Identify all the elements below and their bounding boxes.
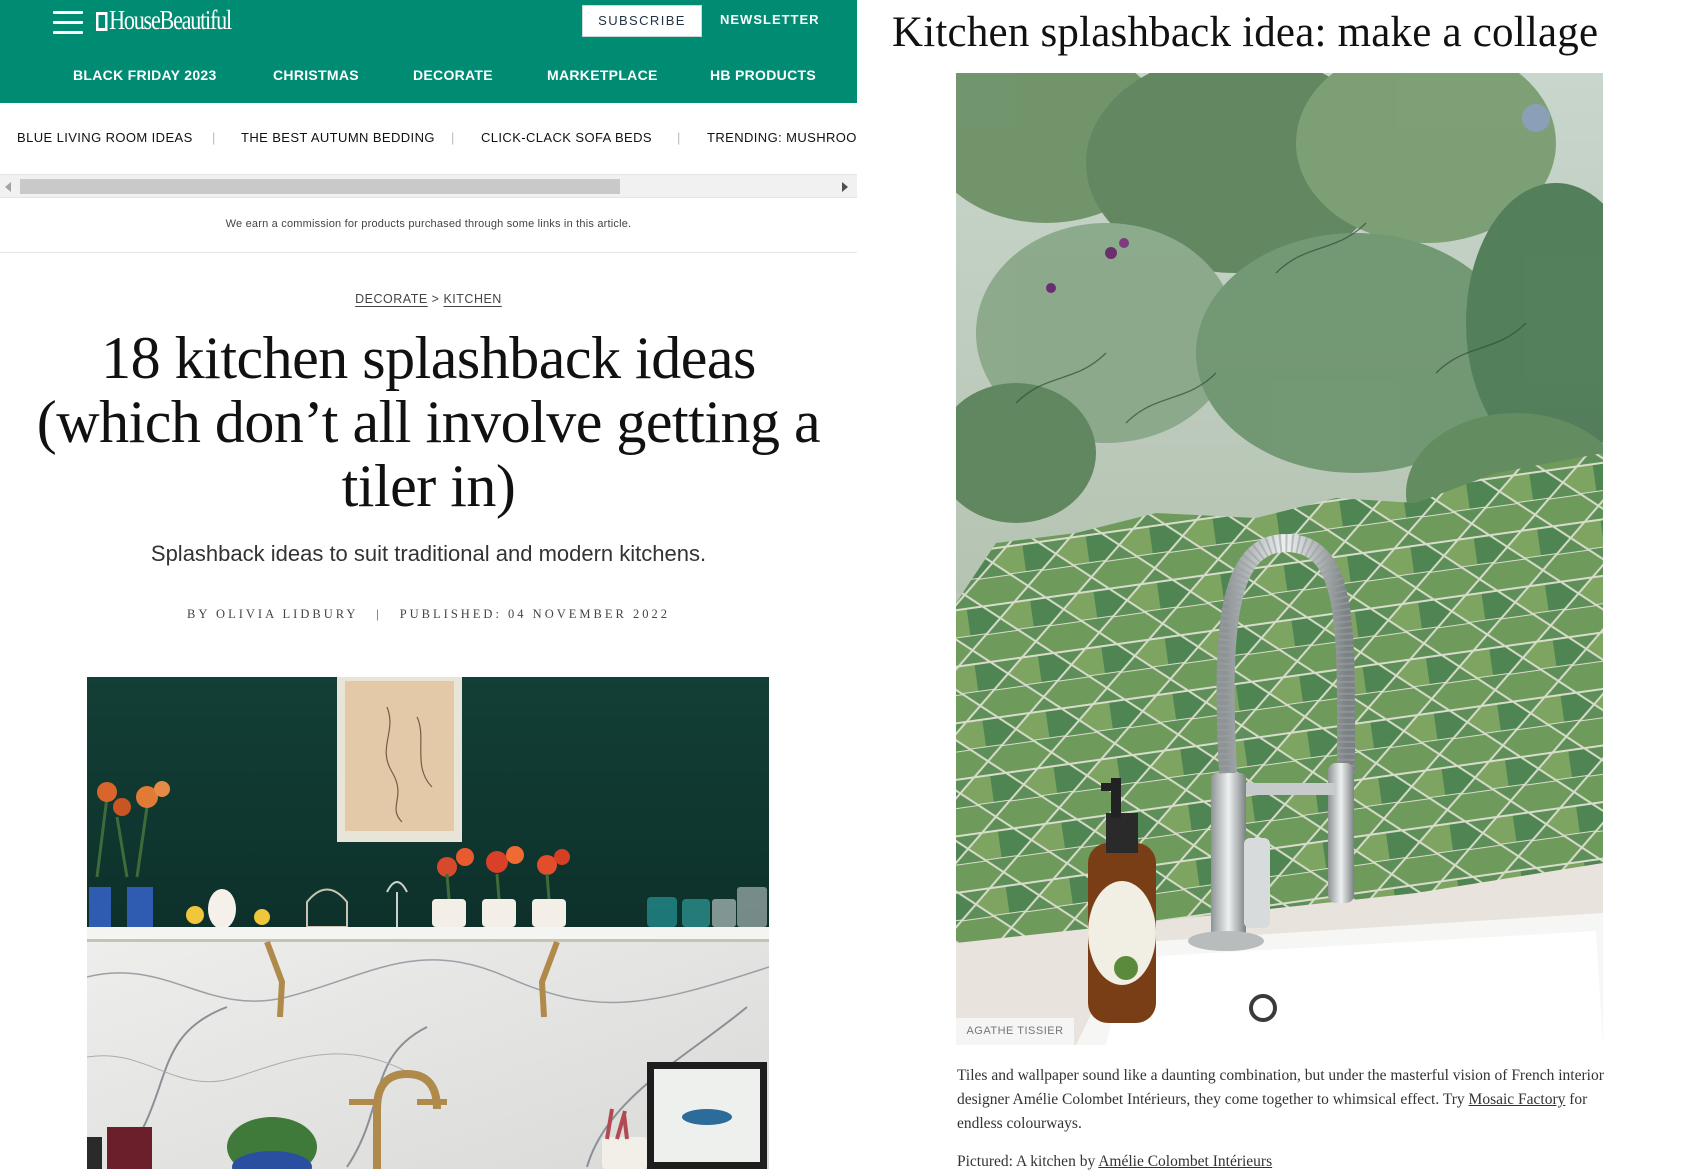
trending-item[interactable]: TRENDING: MUSHROO — [707, 130, 857, 145]
scroll-thumb[interactable] — [20, 179, 620, 194]
article-byline: BY OLIVIA LIDBURY | PUBLISHED: 04 NOVEMB… — [0, 607, 857, 622]
trending-item[interactable]: BLUE LIVING ROOM IDEAS — [17, 130, 193, 145]
article-headline: 18 kitchen splashback ideas (which don’t… — [36, 325, 821, 519]
scroll-left-icon[interactable] — [5, 182, 11, 192]
nav-item-marketplace[interactable]: MARKETPLACE — [547, 67, 658, 83]
designer-link[interactable]: Amélie Colombet Intérieurs — [1098, 1153, 1272, 1170]
hamburger-menu-icon[interactable] — [53, 11, 83, 35]
section-caption: Tiles and wallpaper sound like a dauntin… — [957, 1064, 1607, 1136]
subscribe-button[interactable]: SUBSCRIBE — [582, 5, 702, 37]
trending-bar: BLUE LIVING ROOM IDEAS | THE BEST AUTUMN… — [0, 103, 857, 171]
author: BY OLIVIA LIDBURY — [187, 607, 358, 621]
breadcrumb: DECORATE > KITCHEN — [0, 292, 857, 306]
nav-item-decorate[interactable]: DECORATE — [413, 67, 493, 83]
section-image — [956, 73, 1603, 1045]
article-dek: Splashback ideas to suit traditional and… — [150, 541, 707, 566]
nav-item-black-friday[interactable]: BLACK FRIDAY 2023 — [73, 67, 217, 83]
article-page: HouseBeautiful SUBSCRIBE NEWSLETTER BLAC… — [0, 0, 857, 1169]
breadcrumb-separator: > — [431, 292, 440, 306]
byline-separator: | — [376, 607, 382, 621]
trending-separator: | — [677, 130, 681, 145]
publish-date: PUBLISHED: 04 NOVEMBER 2022 — [399, 607, 670, 621]
scroll-right-icon[interactable] — [842, 182, 848, 192]
mosaic-factory-link[interactable]: Mosaic Factory — [1469, 1091, 1566, 1108]
hero-image — [87, 677, 769, 1169]
trending-item[interactable]: CLICK-CLACK SOFA BEDS — [481, 130, 652, 145]
newsletter-link[interactable]: NEWSLETTER — [720, 12, 820, 27]
site-logo[interactable]: HouseBeautiful — [96, 5, 232, 36]
affiliate-disclosure: We earn a commission for products purcha… — [225, 218, 632, 230]
divider — [0, 252, 857, 253]
breadcrumb-decorate[interactable]: DECORATE — [355, 292, 428, 306]
trending-item[interactable]: THE BEST AUTUMN BEDDING — [241, 130, 435, 145]
breadcrumb-kitchen[interactable]: KITCHEN — [443, 292, 501, 306]
trending-separator: | — [451, 130, 455, 145]
article-section: Kitchen splashback idea: make a collage — [872, 0, 1692, 1171]
photo-credit: AGATHE TISSIER — [956, 1018, 1074, 1045]
top-header: HouseBeautiful SUBSCRIBE NEWSLETTER — [0, 0, 857, 48]
pictured-prefix: Pictured: A kitchen by — [957, 1153, 1099, 1170]
nav-item-christmas[interactable]: CHRISTMAS — [273, 67, 359, 83]
main-nav: BLACK FRIDAY 2023 CHRISTMAS DECORATE MAR… — [0, 48, 857, 103]
kitchen-shelf-illustration — [87, 677, 769, 1169]
nav-item-hb-products[interactable]: HB PRODUCTS — [710, 67, 816, 83]
trending-separator: | — [212, 130, 216, 145]
green-tile-kitchen-photo — [956, 73, 1603, 1045]
pictured-credit: Pictured: A kitchen by Amélie Colombet I… — [957, 1153, 1272, 1171]
section-title: Kitchen splashback idea: make a collage — [892, 9, 1599, 56]
horizontal-scrollbar[interactable] — [0, 174, 857, 198]
